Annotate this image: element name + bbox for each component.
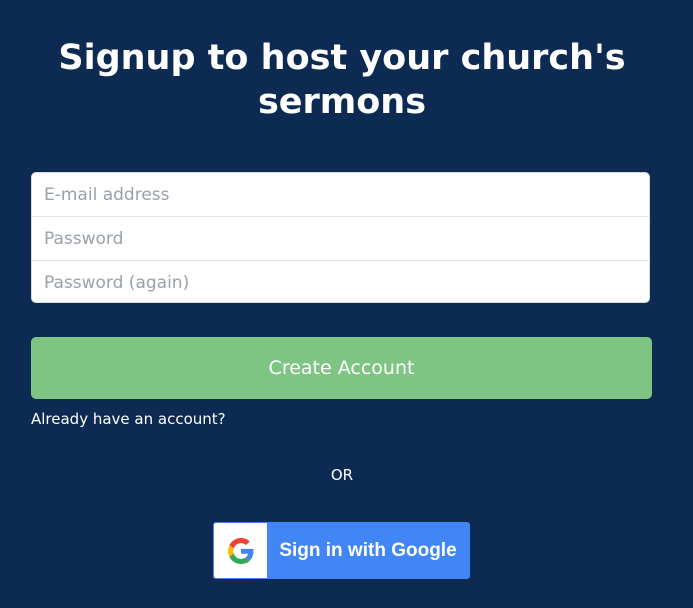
password-field[interactable]	[32, 217, 649, 261]
password-again-field[interactable]	[32, 261, 649, 302]
or-divider: OR	[330, 466, 354, 484]
google-signin-button[interactable]: Sign in with Google	[213, 522, 470, 579]
google-g-icon	[214, 523, 267, 578]
signup-form	[31, 172, 650, 303]
login-link[interactable]: Already have an account?	[31, 409, 226, 429]
email-field[interactable]	[32, 173, 649, 217]
create-account-button[interactable]: Create Account	[31, 337, 652, 399]
page-title: Signup to host your church's sermons	[58, 38, 626, 122]
google-signin-label: Sign in with Google	[279, 539, 457, 561]
